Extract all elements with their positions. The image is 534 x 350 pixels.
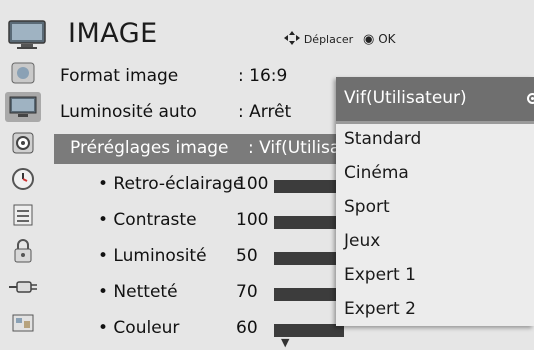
picture-settings-menu: Format image : 16:9 Luminosité auto : Ar…	[54, 56, 382, 350]
selected-radio-icon	[527, 93, 534, 104]
menu-row-label: Luminosité auto	[60, 102, 197, 122]
menu-row-label: • Netteté	[98, 282, 178, 302]
dropdown-separator	[336, 121, 534, 124]
page-title: IMAGE	[68, 18, 158, 49]
dropdown-option[interactable]: Expert 1	[344, 265, 416, 285]
dropdown-option[interactable]: Sport	[344, 197, 390, 217]
ok-label: OK	[378, 32, 396, 46]
scroll-down-icon[interactable]: ▼	[281, 336, 289, 349]
tv-menu-icon	[8, 20, 46, 50]
move-arrows-icon	[284, 31, 304, 46]
menu-row-value: 60	[236, 318, 258, 338]
move-label: Déplacer	[303, 33, 354, 46]
category-sidebar	[0, 56, 46, 350]
level-bar[interactable]	[274, 180, 344, 193]
menu-row-value: 50	[236, 246, 258, 266]
dropdown-current-option[interactable]: Vif(Utilisateur)	[336, 77, 534, 121]
level-bar[interactable]	[274, 216, 344, 229]
options-icon[interactable]	[5, 200, 41, 230]
menu-row-label: Format image	[60, 66, 179, 86]
audio-icon[interactable]	[5, 128, 41, 158]
menu-row-label: • Luminosité	[98, 246, 207, 266]
ok-button-icon: ◉	[363, 32, 375, 47]
menu-row-preset-image[interactable]: Préréglages image : Vif(Utilisateur)	[54, 134, 382, 164]
level-bar[interactable]	[274, 252, 344, 265]
navigation-help: Déplacer ◉ OK	[284, 31, 396, 47]
menu-row-value: 100	[236, 210, 269, 230]
menu-row-value: 100	[236, 174, 269, 194]
dropdown-option[interactable]: Expert 2	[344, 299, 416, 319]
menu-row-value: : Arrêt	[238, 102, 292, 122]
clock-icon[interactable]	[5, 164, 41, 194]
input-icon[interactable]	[5, 272, 41, 302]
preset-dropdown: Vif(Utilisateur) Standard Cinéma Sport J…	[336, 77, 534, 326]
level-bar[interactable]	[274, 288, 344, 301]
tv-icon[interactable]	[5, 92, 41, 122]
menu-row-label: Préréglages image	[70, 138, 229, 158]
menu-row-value: 70	[236, 282, 258, 302]
menu-row-label: • Contraste	[98, 210, 197, 230]
dropdown-option[interactable]: Cinéma	[344, 163, 409, 183]
picture-icon[interactable]	[5, 58, 41, 88]
tv-osd-menu: IMAGE Déplacer ◉ OK Format image: 16:9 …	[0, 0, 534, 350]
dropdown-option[interactable]: Jeux	[344, 231, 380, 251]
menu-row-label: • Couleur	[98, 318, 180, 338]
usb-icon[interactable]	[5, 308, 41, 338]
menu-row-value: : 16:9	[238, 66, 288, 86]
dropdown-current-label: Vif(Utilisateur)	[344, 88, 467, 108]
dropdown-option[interactable]: Standard	[344, 129, 421, 149]
lock-icon[interactable]	[5, 236, 41, 266]
menu-row-label: • Retro-éclairage	[98, 174, 244, 194]
